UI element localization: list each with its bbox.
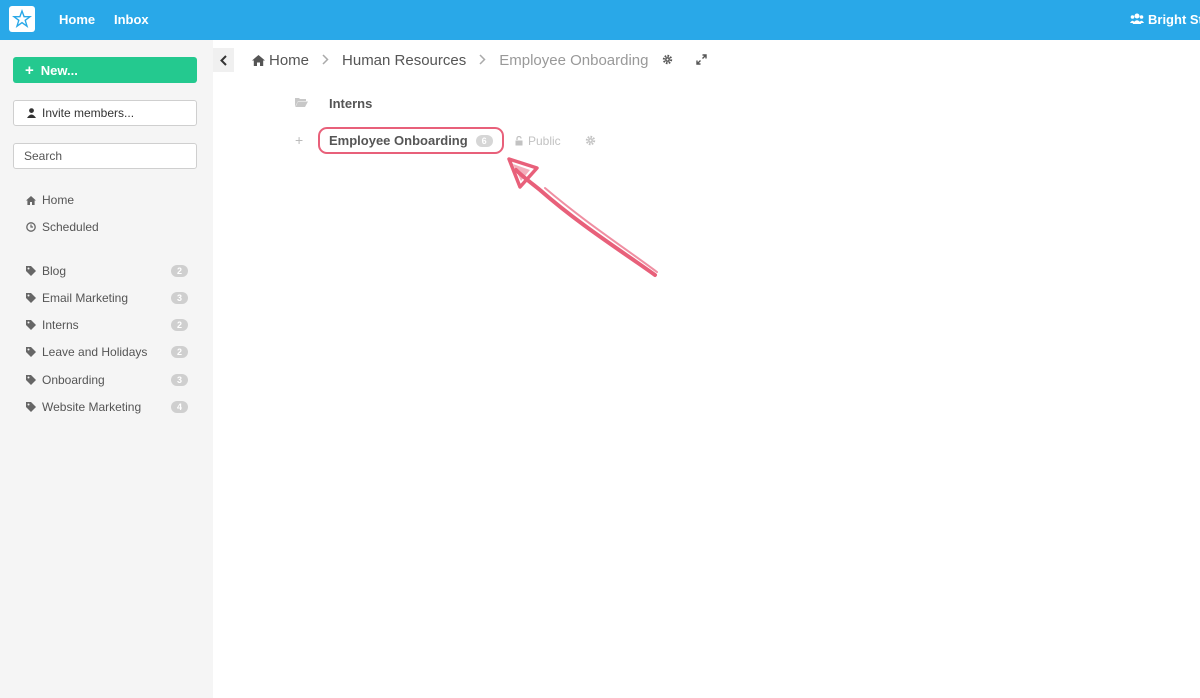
sidebar-item-home[interactable]: Home — [26, 193, 188, 207]
gear-icon[interactable] — [662, 54, 673, 65]
tag-count-badge: 2 — [171, 265, 188, 277]
sidebar-item-label: Home — [42, 193, 75, 207]
tag-icon — [26, 266, 36, 276]
tag-item-website-marketing[interactable]: Website Marketing 4 — [26, 400, 188, 414]
breadcrumb: Home Human Resources Employee Onboarding — [252, 52, 649, 69]
sidebar-item-scheduled[interactable]: Scheduled — [26, 220, 188, 234]
new-button[interactable]: + New... — [13, 57, 197, 83]
tag-icon — [26, 375, 36, 385]
tag-count-badge: 3 — [171, 374, 188, 386]
folder-name[interactable]: Interns — [329, 96, 372, 111]
user-icon — [26, 108, 36, 118]
expand-icon[interactable] — [696, 54, 707, 65]
tag-item-interns[interactable]: Interns 2 — [26, 318, 188, 332]
nav-home[interactable]: Home — [59, 12, 95, 27]
folder-open-icon — [295, 97, 308, 107]
breadcrumb-human-resources[interactable]: Human Resources — [342, 52, 466, 69]
tag-label: Leave and Holidays — [42, 345, 148, 359]
tag-item-leave-and-holidays[interactable]: Leave and Holidays 2 — [26, 345, 188, 359]
tag-icon — [26, 320, 36, 330]
chevron-right-icon — [322, 53, 329, 68]
project-settings-gear-icon[interactable] — [585, 135, 596, 146]
app-logo-icon[interactable] — [9, 6, 35, 32]
tag-label: Interns — [42, 318, 79, 332]
account-name: Bright Sta — [1148, 12, 1200, 27]
new-button-label: New... — [40, 62, 78, 78]
invite-members-button[interactable]: Invite members... — [13, 100, 197, 126]
tag-icon — [26, 293, 36, 303]
tag-label: Email Marketing — [42, 291, 129, 305]
tag-count-badge: 4 — [171, 401, 188, 413]
collapse-sidebar-button[interactable] — [213, 48, 234, 72]
tag-item-email-marketing[interactable]: Email Marketing 3 — [26, 291, 188, 305]
tag-item-onboarding[interactable]: Onboarding 3 — [26, 373, 188, 387]
tag-count-badge: 2 — [171, 319, 188, 331]
search-input[interactable] — [13, 143, 197, 169]
chevron-left-icon — [220, 54, 227, 66]
nav-inbox[interactable]: Inbox — [114, 12, 149, 27]
tag-count-badge: 3 — [171, 292, 188, 304]
project-item[interactable]: Employee Onboarding 6 — [329, 133, 493, 148]
plus-icon: + — [25, 61, 34, 79]
unlock-icon — [515, 136, 523, 146]
invite-members-label: Invite members... — [42, 106, 135, 120]
sidebar-item-label: Scheduled — [42, 220, 99, 234]
tag-label: Onboarding — [42, 373, 105, 387]
visibility-label: Public — [528, 134, 561, 148]
add-icon[interactable]: + — [295, 132, 303, 148]
project-name: Employee Onboarding — [329, 133, 468, 148]
account-menu[interactable]: Bright Sta — [1130, 12, 1200, 27]
home-icon — [252, 55, 265, 66]
tag-label: Website Marketing — [42, 400, 142, 414]
project-count-badge: 6 — [475, 134, 493, 147]
tag-count-badge: 2 — [171, 346, 188, 358]
users-icon — [1130, 12, 1144, 27]
breadcrumb-current: Employee Onboarding — [499, 52, 649, 69]
visibility-toggle[interactable]: Public — [515, 134, 561, 148]
tag-icon — [26, 402, 36, 412]
sidebar: + New... Invite members... Home Schedule… — [0, 40, 213, 698]
home-icon — [26, 195, 36, 205]
tag-item-blog[interactable]: Blog 2 — [26, 264, 188, 278]
clock-icon — [26, 222, 36, 232]
tag-icon — [26, 347, 36, 357]
top-bar: Home Inbox Bright Sta — [0, 0, 1200, 40]
tag-label: Blog — [42, 264, 67, 278]
breadcrumb-home[interactable]: Home — [269, 52, 309, 69]
chevron-right-icon — [479, 53, 486, 68]
